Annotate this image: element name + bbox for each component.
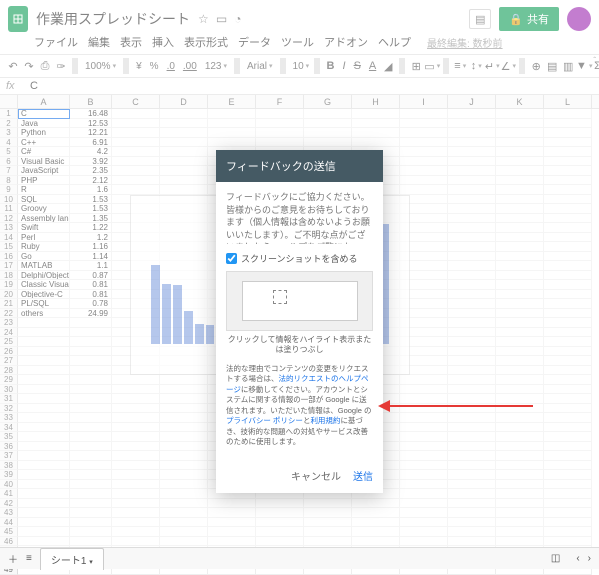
feedback-textarea[interactable] [226,192,373,244]
annotation-arrow [378,404,533,408]
include-screenshot-label: スクリーンショットを含める [241,252,358,265]
legal-text: 法的な理由でコンテンツの変更をリクエストする場合は、法的リクエストのヘルプページ… [226,364,373,448]
feedback-dialog: フィードバックの送信 スクリーンショットを含める クリックして情報をハイライト表… [216,150,383,493]
add-sheet-button[interactable]: ＋ [8,551,18,566]
explore-button[interactable]: ◫ [551,553,560,564]
include-screenshot-checkbox[interactable] [226,253,237,264]
terms-link[interactable]: 利用規約 [310,416,340,425]
screenshot-preview[interactable] [226,271,373,331]
sheet-tab-1[interactable]: シート1 ▾ [40,548,104,570]
preview-caption: クリックして情報をハイライト表示または塗りつぶし [226,335,373,356]
all-sheets-button[interactable]: ≡ [26,553,32,564]
scroll-right-button[interactable]: › [588,553,591,564]
privacy-policy-link[interactable]: プライバシー ポリシー [226,416,303,425]
dialog-title: フィードバックの送信 [216,150,383,182]
cancel-button[interactable]: キャンセル [291,468,341,483]
sheet-tab-bar: ＋ ≡ シート1 ▾ ◫ ‹ › [0,547,599,569]
scroll-left-button[interactable]: ‹ [576,553,579,564]
send-button[interactable]: 送信 [353,468,373,483]
